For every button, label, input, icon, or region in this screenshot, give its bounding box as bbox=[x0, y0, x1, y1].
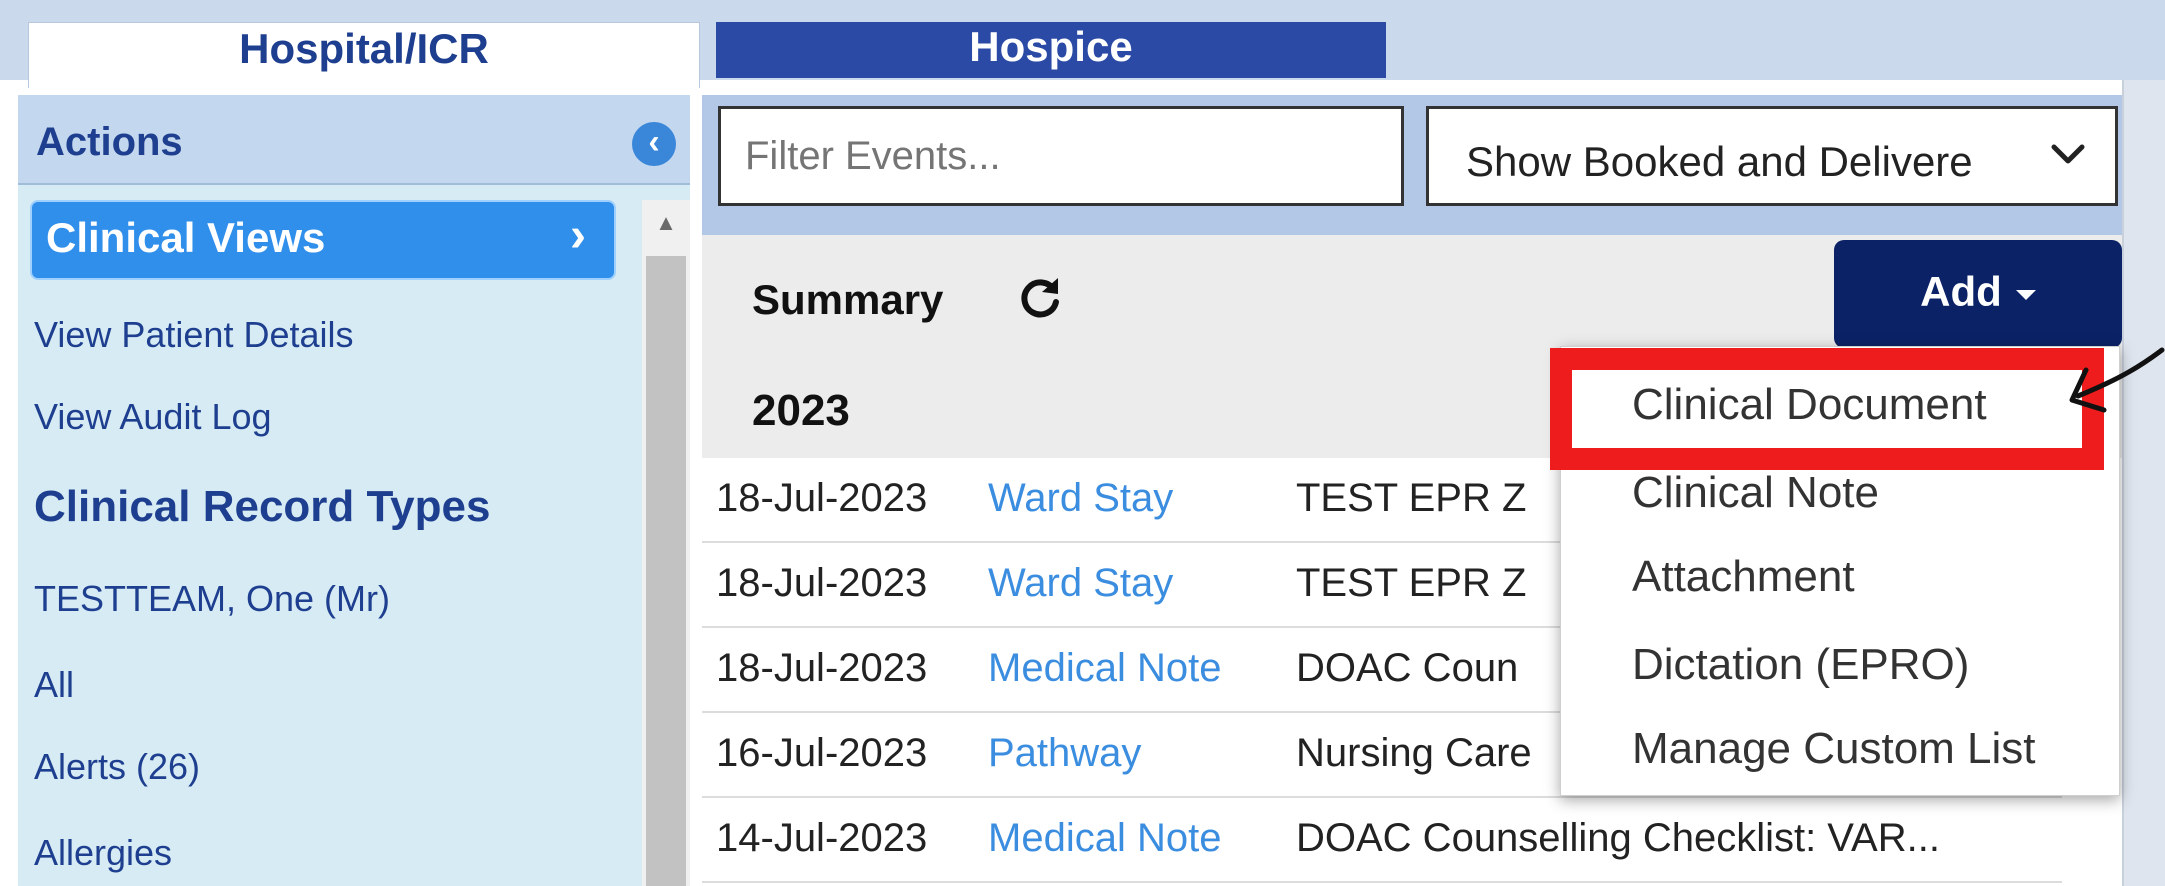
event-date: 18-Jul-2023 bbox=[716, 561, 928, 605]
event-type-link[interactable]: Pathway bbox=[988, 731, 1141, 776]
sidebar-item-all[interactable]: All bbox=[34, 664, 74, 706]
event-description: TEST EPR Z bbox=[1296, 561, 1527, 605]
table-row[interactable]: 14-Jul-2023 Medical Note DOAC Counsellin… bbox=[702, 798, 2062, 883]
sidebar-item-alerts[interactable]: Alerts (26) bbox=[34, 746, 200, 788]
event-date: 16-Jul-2023 bbox=[716, 731, 928, 775]
event-type-link[interactable]: Medical Note bbox=[988, 646, 1221, 691]
sidebar-item-patient[interactable]: TESTTEAM, One (Mr) bbox=[34, 578, 390, 620]
event-description: Nursing Care bbox=[1296, 731, 1532, 775]
menu-item-dictation[interactable]: Dictation (EPRO) bbox=[1632, 640, 1969, 690]
event-date: 14-Jul-2023 bbox=[716, 816, 928, 860]
tab-hospital-icr[interactable]: Hospital/ICR bbox=[28, 22, 700, 88]
highlight-annotation-box bbox=[1550, 348, 2104, 470]
clinical-views-label: Clinical Views bbox=[46, 214, 326, 261]
event-type-link[interactable]: Ward Stay bbox=[988, 561, 1173, 606]
actions-title: Actions bbox=[36, 120, 183, 164]
refresh-icon[interactable] bbox=[1014, 272, 1066, 324]
add-button-label: Add bbox=[1920, 268, 2002, 315]
view-audit-log-link[interactable]: View Audit Log bbox=[34, 396, 272, 438]
chevron-right-icon: › bbox=[570, 209, 586, 262]
event-type-link[interactable]: Ward Stay bbox=[988, 476, 1173, 521]
caret-down-icon bbox=[2015, 289, 2036, 300]
event-description: TEST EPR Z bbox=[1296, 476, 1527, 520]
chevron-down-icon bbox=[2051, 144, 2085, 164]
tab-hospice[interactable]: Hospice bbox=[716, 22, 1386, 78]
year-heading: 2023 bbox=[752, 386, 850, 435]
menu-item-manage-custom-list[interactable]: Manage Custom List bbox=[1632, 724, 2036, 774]
right-panel-edge bbox=[2122, 80, 2165, 886]
menu-item-attachment[interactable]: Attachment bbox=[1632, 552, 1855, 602]
event-description: DOAC Coun bbox=[1296, 646, 1519, 690]
menu-item-clinical-note[interactable]: Clinical Note bbox=[1632, 468, 1879, 518]
annotation-arrow-icon bbox=[2069, 347, 2165, 413]
filter-events-input[interactable] bbox=[718, 106, 1404, 206]
clinical-record-types-heading: Clinical Record Types bbox=[34, 482, 491, 531]
event-date: 18-Jul-2023 bbox=[716, 646, 928, 690]
view-patient-details-link[interactable]: View Patient Details bbox=[34, 314, 354, 356]
scroll-up-arrow-icon[interactable]: ▲ bbox=[642, 200, 690, 246]
show-events-select-value: Show Booked and Delivere bbox=[1466, 138, 1973, 185]
scrollbar-thumb[interactable] bbox=[646, 256, 686, 886]
event-date: 18-Jul-2023 bbox=[716, 476, 928, 520]
sidebar-item-allergies[interactable]: Allergies bbox=[34, 832, 172, 874]
event-type-link[interactable]: Medical Note bbox=[988, 816, 1221, 861]
event-description: DOAC Counselling Checklist: VAR... bbox=[1296, 816, 1940, 860]
collapse-sidebar-icon[interactable]: ‹ bbox=[632, 122, 676, 166]
summary-title: Summary bbox=[752, 276, 944, 323]
